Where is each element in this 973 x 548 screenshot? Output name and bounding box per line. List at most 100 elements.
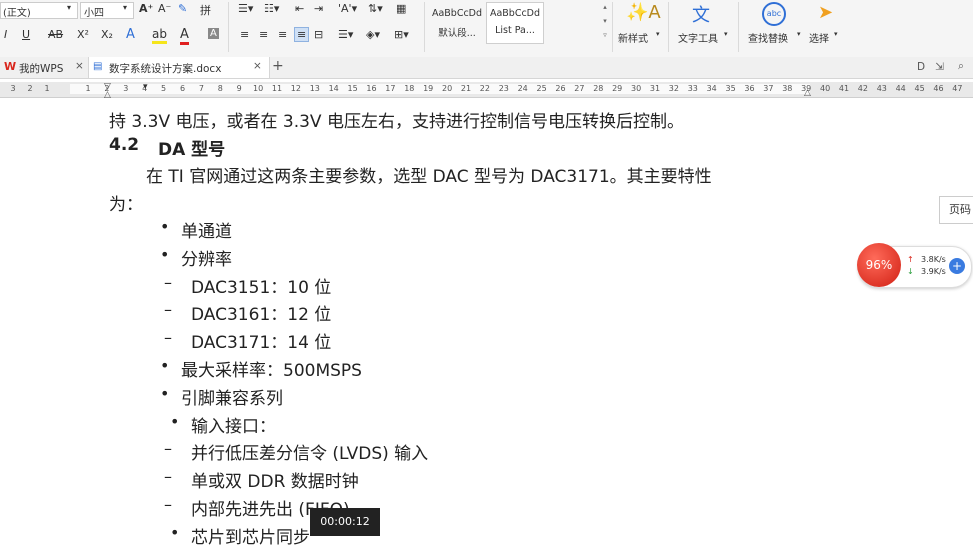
bullet-marker: •	[160, 383, 170, 403]
new-style-label[interactable]: 新样式	[618, 30, 648, 45]
ruler-number: 47	[952, 84, 963, 93]
add-icon[interactable]: +	[949, 258, 965, 274]
align-left-icon[interactable]: ≡	[240, 28, 249, 41]
shading-icon[interactable]: ◈▾	[366, 28, 380, 41]
chevron-down-icon: ▾	[797, 30, 801, 38]
find-replace-icon[interactable]: abc	[762, 2, 786, 26]
numbered-list-icon[interactable]: ☷▾	[264, 2, 279, 15]
divider	[612, 2, 613, 52]
right-indent-marker[interactable]: △	[804, 88, 811, 98]
align-center-icon[interactable]: ≡	[259, 28, 268, 41]
bullet-list-icon[interactable]: ☰▾	[238, 2, 253, 15]
superscript-button[interactable]: X²	[77, 28, 89, 41]
shrink-font-button[interactable]: A⁻	[158, 2, 171, 15]
upload-speed: 3.8K/s	[921, 255, 946, 264]
highlight-icon[interactable]: ab	[152, 27, 167, 44]
ruler-number: 19	[423, 84, 434, 93]
heading-number: 4.2	[109, 135, 140, 155]
text-tools-icon[interactable]: 文	[692, 1, 710, 27]
ruler-number: 30	[631, 84, 642, 93]
paragraph-line: 在 TI 官网通过这两条主要参数，选型 DAC 型号为 DAC3171。其主要特…	[146, 167, 712, 187]
underline-button[interactable]: U	[22, 28, 30, 41]
ruler-number: 31	[649, 84, 661, 93]
font-size-select[interactable]: 小四 ▾	[80, 2, 134, 19]
phonetic-button[interactable]: 拼	[200, 2, 211, 18]
search-icon[interactable]: ⌕	[958, 60, 964, 73]
align-right-icon[interactable]: ≡	[278, 28, 287, 41]
grow-font-button[interactable]: A⁺	[139, 2, 153, 15]
text-tools-label[interactable]: 文字工具	[678, 30, 718, 45]
tab-document-title: 数字系统设计方案.docx	[109, 63, 222, 75]
italic-button[interactable]: I	[4, 28, 7, 41]
download-speed: 3.9K/s	[921, 267, 946, 276]
list-item: 输入接口：	[191, 416, 276, 437]
ruler-number: 28	[593, 84, 604, 93]
new-tab-button[interactable]: +	[272, 58, 284, 74]
tab-my-wps[interactable]: 我的WPS	[19, 61, 63, 76]
select-label[interactable]: 选择	[809, 30, 829, 45]
decrease-indent-icon[interactable]: ⇤	[295, 2, 304, 15]
tab-stop-marker[interactable]: ▾	[143, 82, 148, 92]
page-number-tip[interactable]: 页码	[939, 196, 973, 224]
divider	[424, 2, 425, 52]
dash-marker: –	[164, 328, 172, 348]
close-icon[interactable]: ×	[253, 60, 262, 72]
line-spacing-icon[interactable]: ☰▾	[338, 28, 353, 41]
text-direction-icon[interactable]: 'A'▾	[338, 2, 357, 15]
gallery-scroll[interactable]: ▴ ▾ ▿	[600, 0, 610, 44]
find-replace-label[interactable]: 查找替换	[748, 30, 788, 45]
new-style-icon[interactable]: ✨A	[626, 2, 661, 23]
increase-indent-icon[interactable]: ⇥	[314, 2, 323, 15]
style-list-paragraph[interactable]: AaBbCcDd List Pa...	[486, 2, 544, 44]
char-shading-icon[interactable]: A	[208, 28, 219, 39]
font-size-value: 小四	[84, 8, 104, 19]
text-effect-icon[interactable]: A	[126, 27, 135, 42]
ruler-number: 12	[290, 84, 301, 93]
ruler-number: 9	[236, 84, 242, 93]
ruler-number: 36	[744, 84, 755, 93]
ruler-number: 5	[161, 84, 167, 93]
download-arrow-icon: ↓	[907, 267, 914, 276]
subscript-button[interactable]: X₂	[101, 28, 113, 41]
style-select[interactable]: (正文) ▾	[0, 2, 78, 19]
close-icon[interactable]: ×	[75, 60, 84, 72]
dash-marker: –	[164, 495, 172, 514]
ruler-number: 32	[668, 84, 679, 93]
sidebar-toggle-icon[interactable]: D	[917, 61, 925, 73]
ruler-number: 2	[27, 84, 33, 93]
justify-icon[interactable]: ≡	[294, 27, 310, 42]
divider	[228, 2, 229, 52]
font-color-icon[interactable]: A	[180, 27, 189, 45]
list-item: DAC3161：12 位	[191, 305, 332, 326]
ruler-number: 25	[536, 84, 547, 93]
cpu-usage-ball[interactable]: 96%	[857, 243, 901, 287]
strikethrough-button[interactable]: AB	[48, 28, 63, 41]
document-canvas[interactable]: 持 3.3V 电压，或者在 3.3V 电压左右，支持进行控制信号电压转换后控制。…	[0, 98, 973, 548]
clear-format-icon[interactable]: ✎	[178, 2, 187, 15]
ruler-number: 45	[914, 84, 925, 93]
chevron-down-icon: ▾	[123, 3, 128, 12]
ruler-number: 1	[85, 84, 91, 93]
chevron-down-icon: ▾	[656, 30, 660, 38]
ruler-number: 44	[895, 84, 906, 93]
bullet-marker: •	[170, 411, 180, 431]
style-default[interactable]: AaBbCcDd 默认段...	[428, 2, 486, 44]
ruler-number: 20	[442, 84, 453, 93]
heading-title: DA 型号	[158, 140, 226, 160]
ribbon-toolbar: (正文) ▾ 小四 ▾ A⁺ A⁻ ✎ 拼 ☰▾ ☷▾ ⇤ ⇥ 'A'▾ ⇅▾ …	[0, 0, 973, 58]
sort-icon[interactable]: ⇅▾	[368, 2, 383, 15]
ruler-number: 33	[687, 84, 698, 93]
list-item: 并行低压差分信令 (LVDS) 输入	[191, 444, 429, 465]
ruler-number: 15	[347, 84, 358, 93]
table-icon[interactable]: ▦	[396, 2, 406, 15]
bullet-marker: •	[170, 522, 180, 542]
ruler-number: 10	[253, 84, 264, 93]
tab-document-active[interactable]: ▤ 数字系统设计方案.docx ×	[88, 57, 270, 78]
distribute-icon[interactable]: ⊟	[314, 28, 323, 41]
border-icon[interactable]: ⊞▾	[394, 28, 409, 41]
share-icon[interactable]: ⇲	[935, 61, 944, 73]
divider	[738, 2, 739, 52]
ruler-number: 42	[857, 84, 868, 93]
select-cursor-icon[interactable]: ➤	[818, 2, 833, 23]
wps-logo-icon: W	[4, 60, 17, 73]
